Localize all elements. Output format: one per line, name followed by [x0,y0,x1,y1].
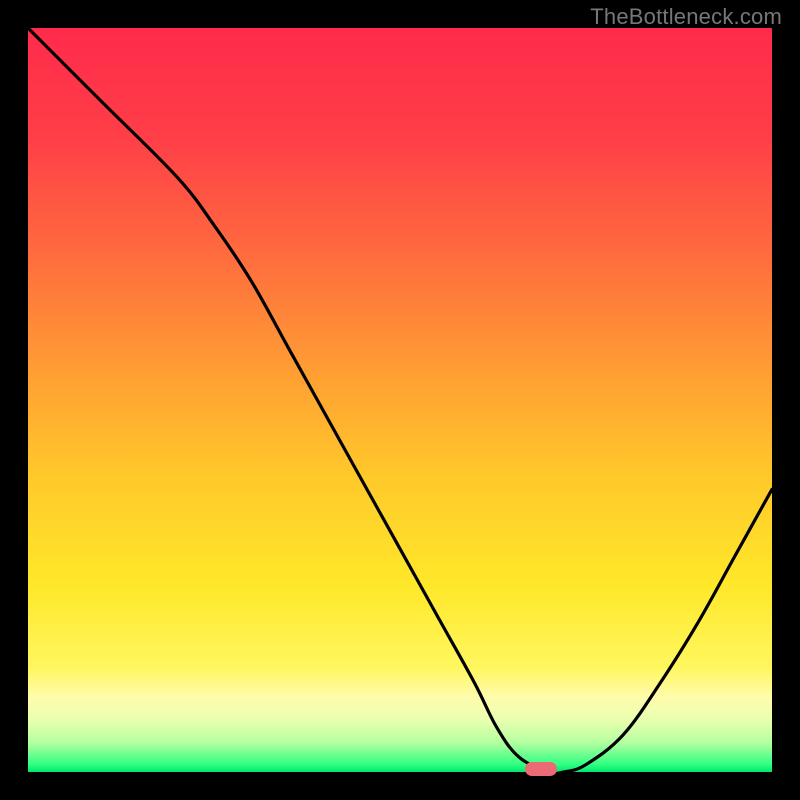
chart-svg [28,28,772,772]
optimum-marker [525,762,557,776]
chart-plot-area [28,28,772,772]
watermark-text: TheBottleneck.com [590,4,782,30]
